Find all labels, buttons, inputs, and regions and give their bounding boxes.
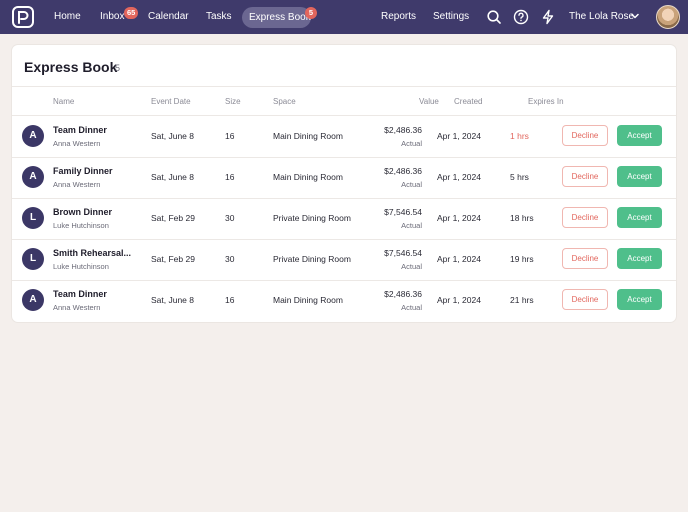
col-created[interactable]: Created: [454, 97, 482, 106]
event-date: Sat, June 8: [151, 295, 195, 305]
accept-button[interactable]: Accept: [617, 289, 662, 310]
avatar: L: [22, 248, 44, 270]
event-created: Apr 1, 2024: [437, 254, 481, 264]
event-size: 30: [225, 254, 235, 264]
event-name[interactable]: Smith Rehearsal...: [53, 248, 131, 258]
nav-inbox[interactable]: Inbox: [100, 10, 124, 24]
event-date: Sat, June 8: [151, 172, 195, 182]
chevron-down-icon[interactable]: [630, 11, 640, 21]
accept-button[interactable]: Accept: [617, 207, 662, 228]
event-expires: 21 hrs: [510, 295, 534, 305]
search-icon[interactable]: [486, 9, 502, 25]
nav-home[interactable]: Home: [54, 10, 81, 24]
col-size[interactable]: Size: [225, 97, 241, 106]
event-space: Private Dining Room: [273, 213, 351, 223]
event-date: Sat, June 8: [151, 131, 195, 141]
event-owner: Anna Western: [53, 303, 101, 312]
event-value: $2,486.36: [384, 289, 422, 299]
event-size: 30: [225, 213, 235, 223]
event-created: Apr 1, 2024: [437, 295, 481, 305]
event-value: $2,486.36: [384, 125, 422, 135]
col-value[interactable]: Value: [419, 97, 439, 106]
event-size: 16: [225, 295, 235, 305]
event-name[interactable]: Team Dinner: [53, 289, 107, 299]
event-value-type: Actual: [401, 303, 422, 312]
table-row[interactable]: A Family Dinner Anna Western Sat, June 8…: [12, 157, 676, 198]
event-size: 16: [225, 172, 235, 182]
event-name[interactable]: Brown Dinner: [53, 207, 112, 217]
event-value: $2,486.36: [384, 166, 422, 176]
table-row[interactable]: L Smith Rehearsal... Luke Hutchinson Sat…: [12, 239, 676, 280]
nav-tasks[interactable]: Tasks: [206, 10, 232, 24]
decline-button[interactable]: Decline: [562, 207, 608, 228]
table-row[interactable]: L Brown Dinner Luke Hutchinson Sat, Feb …: [12, 198, 676, 239]
event-space: Main Dining Room: [273, 295, 343, 305]
event-value: $7,546.54: [384, 248, 422, 258]
accept-button[interactable]: Accept: [617, 248, 662, 269]
decline-button[interactable]: Decline: [562, 289, 608, 310]
user-avatar[interactable]: [656, 5, 680, 29]
event-name[interactable]: Family Dinner: [53, 166, 113, 176]
event-expires: 19 hrs: [510, 254, 534, 264]
nav-express-book-label: Express Book: [249, 12, 311, 23]
accept-button[interactable]: Accept: [617, 166, 662, 187]
divider: [12, 86, 676, 87]
decline-button[interactable]: Decline: [562, 125, 608, 146]
col-event-date[interactable]: Event Date: [151, 97, 191, 106]
event-owner: Anna Western: [53, 180, 101, 189]
event-owner: Luke Hutchinson: [53, 221, 109, 230]
event-created: Apr 1, 2024: [437, 172, 481, 182]
event-value-type: Actual: [401, 221, 422, 230]
col-name[interactable]: Name: [53, 97, 74, 106]
event-space: Private Dining Room: [273, 254, 351, 264]
logo-icon[interactable]: [12, 6, 34, 28]
event-created: Apr 1, 2024: [437, 213, 481, 223]
event-space: Main Dining Room: [273, 172, 343, 182]
event-space: Main Dining Room: [273, 131, 343, 141]
event-name[interactable]: Team Dinner: [53, 125, 107, 135]
inbox-badge: 65: [124, 7, 139, 19]
page-count: 5: [115, 63, 121, 73]
venue-selector[interactable]: The Lola Rose: [569, 10, 634, 24]
event-created: Apr 1, 2024: [437, 131, 481, 141]
avatar: A: [22, 125, 44, 147]
event-value-type: Actual: [401, 139, 422, 148]
lightning-icon[interactable]: [540, 9, 556, 25]
event-value: $7,546.54: [384, 207, 422, 217]
nav-settings[interactable]: Settings: [433, 10, 469, 24]
event-size: 16: [225, 131, 235, 141]
event-expires: 1 hrs: [510, 131, 529, 141]
event-expires: 18 hrs: [510, 213, 534, 223]
event-date: Sat, Feb 29: [151, 254, 195, 264]
col-space[interactable]: Space: [273, 97, 296, 106]
express-book-card: Express Book 5 Name Event Date Size Spac…: [12, 45, 676, 322]
decline-button[interactable]: Decline: [562, 248, 608, 269]
nav-reports[interactable]: Reports: [381, 10, 416, 24]
event-value-type: Actual: [401, 262, 422, 271]
nav-express-book[interactable]: Express Book: [242, 7, 311, 28]
table-row[interactable]: A Team Dinner Anna Western Sat, June 8 1…: [12, 280, 676, 321]
event-owner: Luke Hutchinson: [53, 262, 109, 271]
top-nav: Home Inbox 65 Calendar Tasks Express Boo…: [0, 0, 688, 34]
avatar: A: [22, 166, 44, 188]
avatar: L: [22, 207, 44, 229]
event-date: Sat, Feb 29: [151, 213, 195, 223]
decline-button[interactable]: Decline: [562, 166, 608, 187]
page-title: Express Book: [24, 59, 118, 75]
express-book-badge: 5: [305, 7, 317, 19]
col-expires-in[interactable]: Expires In: [528, 97, 564, 106]
table-row[interactable]: A Team Dinner Anna Western Sat, June 8 1…: [12, 116, 676, 157]
help-icon[interactable]: [513, 9, 529, 25]
event-expires: 5 hrs: [510, 172, 529, 182]
avatar: A: [22, 289, 44, 311]
event-owner: Anna Western: [53, 139, 101, 148]
accept-button[interactable]: Accept: [617, 125, 662, 146]
nav-calendar[interactable]: Calendar: [148, 10, 189, 24]
event-value-type: Actual: [401, 180, 422, 189]
